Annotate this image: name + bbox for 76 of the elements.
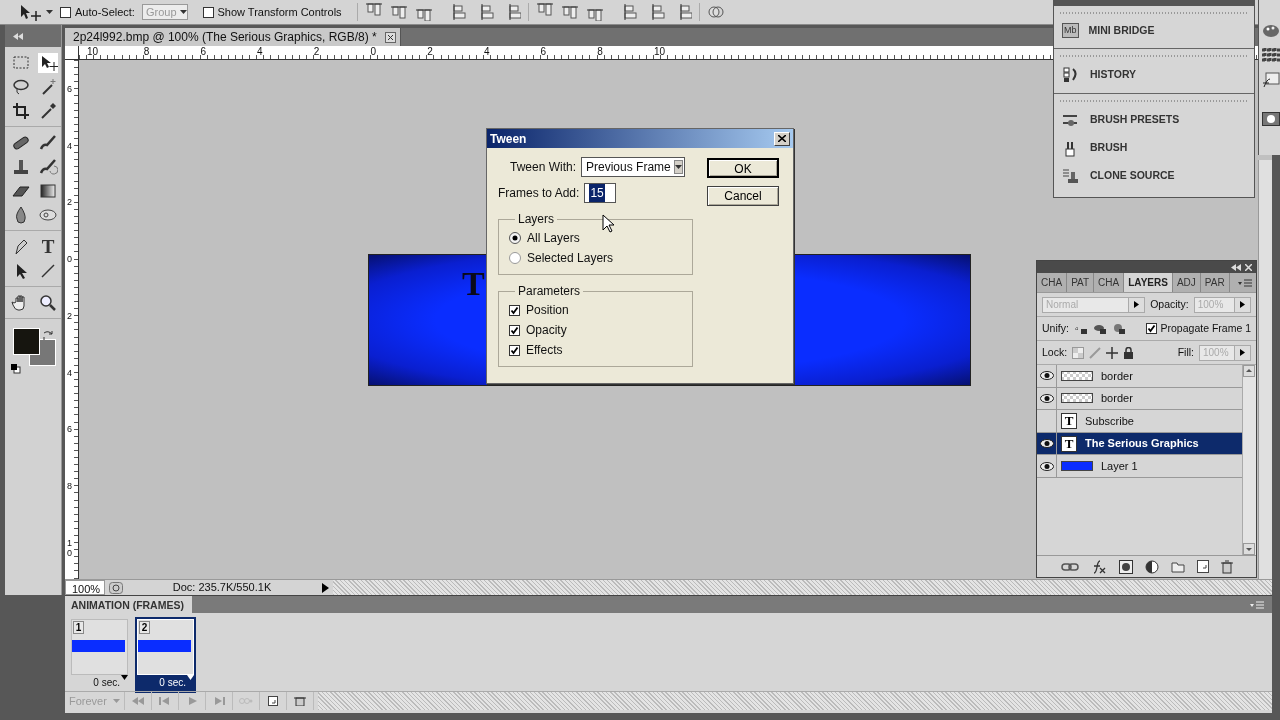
dialog-button[interactable]: OK (707, 158, 779, 178)
frame-number: 1 (73, 621, 84, 634)
ruler-label: 6 (67, 424, 73, 435)
panel-label: HISTORY (1090, 66, 1137, 82)
layer-name: border (1101, 391, 1133, 407)
panel-label: MINI BRIDGE (1088, 23, 1155, 38)
ruler-label: 6 (67, 84, 73, 94)
panel-tab[interactable]: ANIMATION (FRAMES) (65, 596, 192, 613)
ruler-label: 8 (597, 47, 603, 57)
opacity-label: Opacity: (1150, 296, 1189, 312)
panel-button[interactable]: Mb MINI BRIDGE (1054, 18, 1254, 44)
fill-label: Fill: (1177, 344, 1194, 360)
checkbox[interactable]: Position (509, 300, 682, 321)
panel-tab[interactable]: LAYERS (1124, 273, 1173, 292)
ruler-label: 2 (67, 197, 73, 208)
layer-name: Subscribe (1085, 413, 1134, 429)
panel-label: CLONE SOURCE (1090, 167, 1175, 183)
checkbox[interactable]: Opacity (509, 320, 682, 341)
panel-button[interactable]: BRUSH (1054, 133, 1254, 162)
ruler-label: 0 (370, 47, 377, 57)
panel-label: BRUSH PRESETS (1090, 111, 1180, 127)
frame-delay[interactable]: 0 sec. (159, 675, 186, 690)
layer-row[interactable]: border (1037, 365, 1242, 388)
ruler-label: 4 (67, 367, 73, 378)
animation-frame[interactable]: 2 0 sec. (135, 617, 196, 693)
document-tab[interactable]: 2p24l992.bmp @ 100% (The Serious Graphics, RGB/8) * (65, 28, 401, 46)
type-tool-icon[interactable]: T (41, 237, 55, 256)
panel-button[interactable]: HISTORY (1054, 60, 1254, 89)
tween-with-dropdown[interactable]: Previous Frame (581, 157, 686, 177)
layer-row[interactable]: Layer 1 (1037, 455, 1242, 478)
layer-row[interactable]: T The Serious Graphics (1037, 432, 1242, 456)
layer-name: border (1101, 368, 1133, 384)
lock-label: Lock: (1042, 344, 1068, 360)
ruler-label: 10 (654, 47, 666, 57)
auto-select-checkbox[interactable]: Auto-Select: (60, 3, 135, 21)
dialog-button[interactable]: Cancel (707, 186, 779, 206)
field-label: Tween With: (510, 159, 577, 176)
frame-delay[interactable]: 0 sec. (93, 675, 120, 690)
layer-name: Layer 1 (1101, 458, 1138, 474)
layer-name: The Serious Graphics (1085, 436, 1199, 452)
ruler-label: 4 (67, 140, 73, 151)
layer-row[interactable]: border (1037, 387, 1242, 411)
ruler-label: 6 (200, 47, 206, 57)
layer-thumbnail: T (1061, 413, 1077, 429)
ruler-label: 10 (67, 537, 73, 558)
frame-number: 2 (139, 621, 150, 634)
group-title: Parameters (517, 285, 582, 299)
mini-bridge-icon: Mb (1062, 23, 1079, 39)
panel-button[interactable]: CLONE SOURCE (1054, 161, 1254, 190)
dialog-title: Tween (490, 130, 527, 148)
zoom-field[interactable]: 100% (65, 580, 105, 595)
radio-button[interactable]: All Layers (509, 228, 682, 249)
layer-row[interactable]: T Subscribe (1037, 410, 1242, 433)
ruler-label: 2 (427, 47, 433, 57)
ruler-label: 8 (67, 480, 73, 491)
ruler-label: 0 (67, 254, 73, 265)
ruler-label: 10 (87, 47, 99, 57)
ruler-label: 8 (143, 47, 150, 57)
unify-label: Unify: (1042, 320, 1069, 336)
ruler-label: 4 (483, 47, 490, 57)
radio-button[interactable]: Selected Layers (509, 248, 682, 269)
panel-button[interactable]: BRUSH PRESETS (1054, 105, 1254, 134)
document-info: Doc: 235.7K/550.1K (171, 580, 273, 596)
panel-label: BRUSH (1090, 139, 1128, 155)
checkbox[interactable]: Effects (509, 340, 682, 361)
ruler-label: 2 (67, 310, 73, 321)
ruler-label: 2 (313, 47, 320, 57)
propagate-frame-checkbox[interactable]: Propagate Frame 1 (1145, 320, 1251, 337)
ruler-label: 6 (540, 47, 547, 57)
field-label: Frames to Add: (498, 185, 580, 202)
group-title: Layers (517, 213, 556, 227)
layer-thumbnail: T (1061, 435, 1077, 452)
canvas-text: T (462, 267, 485, 301)
transform-controls-checkbox[interactable]: Show Transform Controls (202, 3, 342, 21)
ruler-label: 4 (257, 47, 263, 57)
frames-to-add-field[interactable]: 15 (584, 183, 617, 203)
